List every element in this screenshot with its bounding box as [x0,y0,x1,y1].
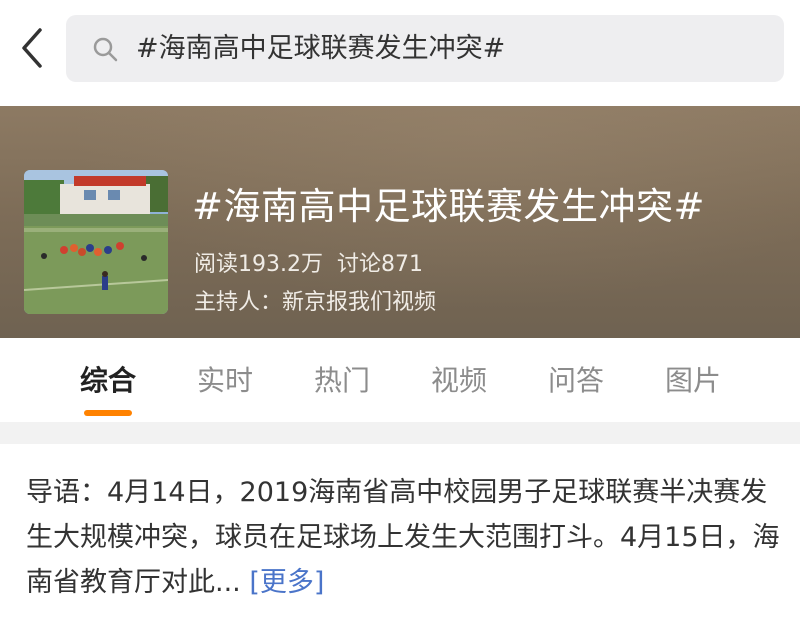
topic-banner: #海南高中足球联赛发生冲突# 阅读193.2万 讨论871 主持人：新京报我们视频 [0,106,800,338]
chevron-left-icon [22,28,42,68]
tab-images[interactable]: 图片 [633,338,753,422]
back-button[interactable] [12,24,56,72]
guide-text: 导语：4月14日，2019海南省高中校园男子足球联赛半决赛发生大规模冲突，球员在… [26,477,780,598]
topic-title: #海南高中足球联赛发生冲突# [192,185,706,228]
tab-bar: 综合 实时 热门 视频 问答 图片 [0,338,800,422]
discussion-count: 讨论871 [336,252,423,277]
more-link[interactable]: [更多] [249,567,324,598]
search-icon [93,37,118,62]
topic-stats: 阅读193.2万 讨论871 [194,246,437,278]
tab-realtime[interactable]: 实时 [165,338,285,422]
topic-guide: 导语：4月14日，2019海南省高中校园男子足球联赛半决赛发生大规模冲突，球员在… [26,470,780,605]
read-count: 阅读193.2万 [194,252,323,277]
tab-hot[interactable]: 热门 [282,338,402,422]
section-divider [0,422,800,444]
tab-video[interactable]: 视频 [399,338,519,422]
active-tab-indicator [84,410,132,416]
tab-qa[interactable]: 问答 [516,338,636,422]
top-bar: #海南高中足球联赛发生冲突# [0,0,800,106]
search-input[interactable]: #海南高中足球联赛发生冲突# [136,15,505,82]
search-box[interactable]: #海南高中足球联赛发生冲突# [66,15,784,82]
thumbnail-image [24,170,168,314]
topic-thumbnail[interactable] [24,170,168,314]
topic-host[interactable]: 主持人：新京报我们视频 [194,284,436,316]
